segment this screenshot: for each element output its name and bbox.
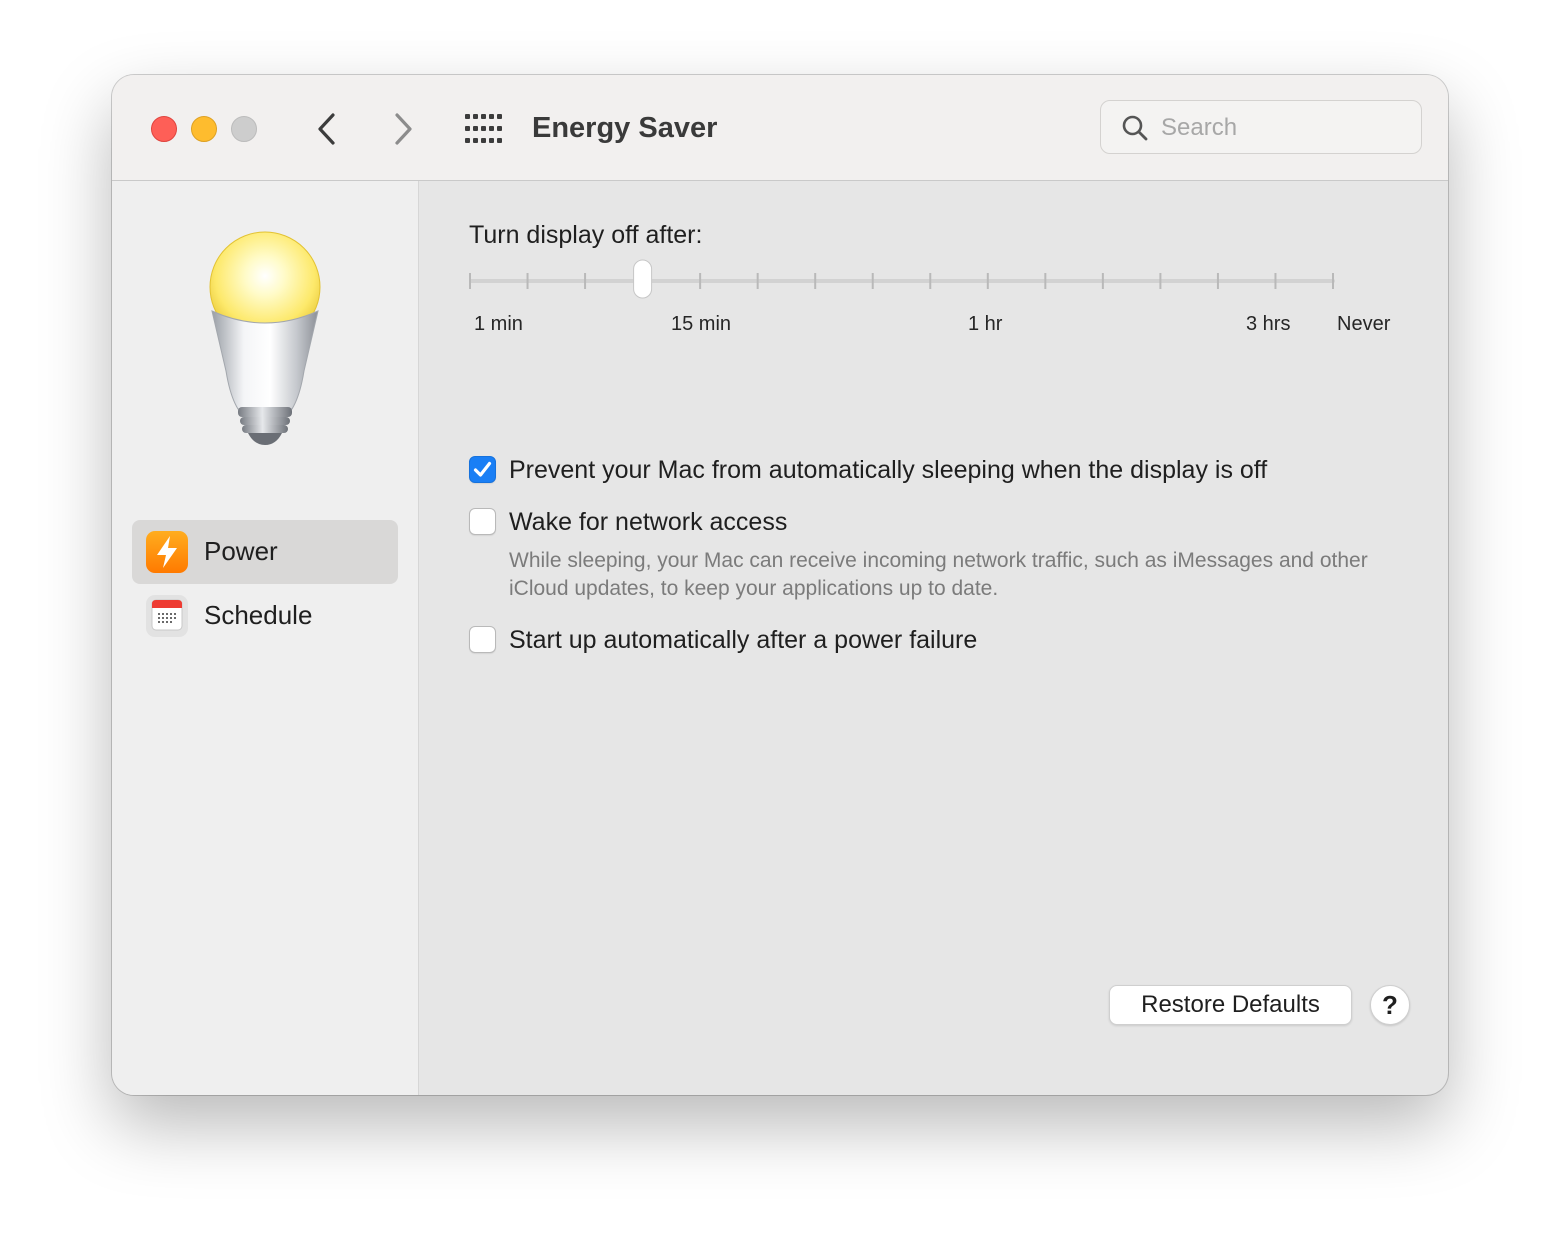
chevron-left-icon <box>318 113 335 145</box>
show-all-button[interactable] <box>462 111 502 147</box>
slider-label-never: Never <box>1337 313 1391 335</box>
chevron-right-icon <box>395 113 412 145</box>
sidebar-item-power[interactable]: Power <box>132 520 398 584</box>
slider-label-1-min: 1 min <box>474 313 523 335</box>
sidebar-item-label: Power <box>204 536 278 566</box>
sidebar: Power Schedule <box>112 181 419 1095</box>
calendar-icon <box>146 595 188 637</box>
search-input[interactable] <box>1161 109 1401 147</box>
sidebar-item-label: Schedule <box>204 600 313 630</box>
startup-power-failure-checkbox[interactable] <box>469 626 496 653</box>
back-button[interactable] <box>310 109 344 149</box>
grid-icon <box>465 114 502 143</box>
close-window-button[interactable] <box>151 116 177 142</box>
wake-network-description: While sleeping, your Mac can receive inc… <box>509 549 1368 600</box>
wake-network-checkbox[interactable] <box>469 508 496 535</box>
minimize-window-button[interactable] <box>191 116 217 142</box>
checkmark-icon <box>473 461 492 477</box>
display-off-slider[interactable] <box>467 258 1337 302</box>
restore-defaults-button[interactable]: Restore Defaults <box>1109 985 1352 1025</box>
slider-label-3-hrs: 3 hrs <box>1246 313 1291 335</box>
title-bar: Energy Saver <box>112 75 1448 181</box>
help-button[interactable]: ? <box>1370 985 1410 1025</box>
prevent-sleep-label[interactable]: Prevent your Mac from automatically slee… <box>509 453 1267 487</box>
startup-power-failure-label[interactable]: Start up automatically after a power fai… <box>509 623 977 657</box>
search-icon <box>1122 115 1148 141</box>
display-off-heading: Turn display off after: <box>469 221 703 249</box>
power-settings-pane: Turn display off after: 1 min 15 min 1 h… <box>419 181 1448 1095</box>
search-field[interactable] <box>1100 100 1422 154</box>
slider-track <box>469 279 1335 283</box>
lightning-bolt-icon <box>146 531 188 573</box>
light-bulb-icon <box>209 231 321 445</box>
sidebar-item-schedule[interactable]: Schedule <box>132 584 398 648</box>
window-title: Energy Saver <box>532 112 718 144</box>
slider-label-15-min: 15 min <box>671 313 732 335</box>
prevent-sleep-checkbox[interactable] <box>469 456 496 483</box>
slider-thumb[interactable] <box>633 259 653 299</box>
energy-saver-window: Energy Saver Search Power Schedule Turn … <box>112 75 1448 1095</box>
zoom-window-button[interactable] <box>231 116 257 142</box>
wake-network-label[interactable]: Wake for network access <box>509 505 787 539</box>
forward-button[interactable] <box>386 109 420 149</box>
slider-label-1-hr: 1 hr <box>968 313 1003 335</box>
